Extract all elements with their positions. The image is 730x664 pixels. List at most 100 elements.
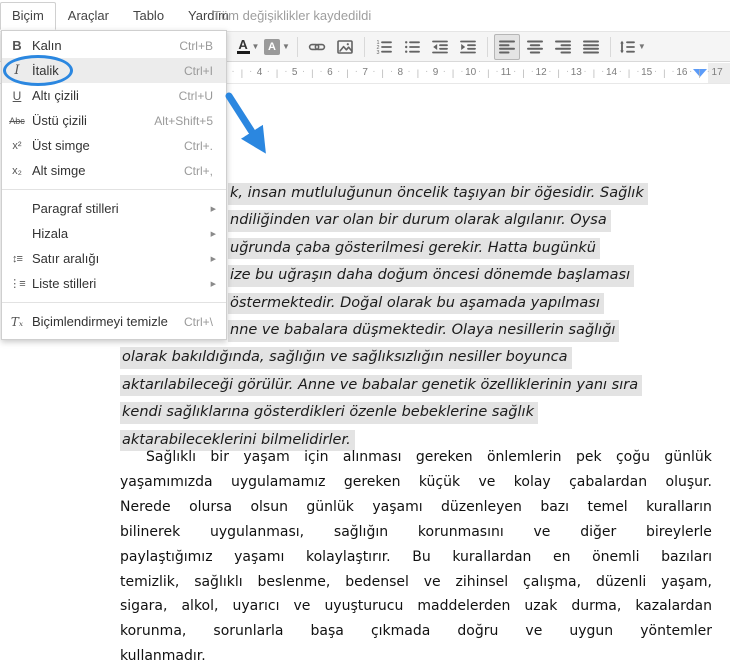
- selected-italic-line[interactable]: ize bu uğraşın daha doğum öncesi dönemde…: [228, 265, 635, 287]
- menu-item-shortcut: Ctrl+I: [183, 63, 213, 78]
- menubar-item-biçim[interactable]: Biçim: [0, 2, 56, 30]
- clear-formatting-icon: Tₓ: [10, 314, 24, 329]
- menu-item-hizala[interactable]: Hizala ▶: [2, 221, 226, 246]
- ruler-tick: |: [487, 68, 490, 78]
- align-right-icon: [554, 38, 572, 56]
- ruler-tick: ·: [354, 66, 358, 77]
- ruler-tick: ·: [442, 66, 446, 77]
- ruler-tick: ·: [706, 66, 710, 77]
- ruler-number: 10: [465, 67, 477, 78]
- ruler-number: 8: [397, 67, 404, 78]
- menu-item-liste-stilleri[interactable]: ⋮≡ Liste stilleri ▶: [2, 271, 226, 296]
- insert-link-button[interactable]: [304, 34, 330, 60]
- paragraph-line[interactable]: Nerede olursa olsun günlük yaşamı düzenleyen b…: [120, 499, 712, 515]
- ruler-number: 14: [605, 67, 618, 78]
- align-left-button[interactable]: [493, 33, 520, 60]
- increase-indent-button[interactable]: [455, 34, 481, 60]
- paragraph-line[interactable]: temizlik, sağlıklı beslenme, bedensel ve zihi…: [120, 574, 712, 590]
- highlight-color-button[interactable]: A ▼: [263, 34, 291, 60]
- menu-item-label: Üstü çizili: [32, 113, 87, 128]
- decrease-indent-button[interactable]: [427, 34, 453, 60]
- superscript-icon: x²: [12, 139, 22, 152]
- menu-item-shortcut: Ctrl+B: [179, 38, 213, 53]
- menu-separator: [2, 189, 226, 190]
- line-spacing-button[interactable]: ▼: [617, 34, 647, 60]
- menu-item-label: Kalın: [32, 38, 62, 53]
- ruler-tick: |: [522, 68, 525, 78]
- paragraph-line[interactable]: korunma, sorunlarla başa çıkmada doğru ve uygu…: [120, 623, 712, 639]
- ruler-tick: ·: [266, 66, 270, 77]
- ruler-tick: ·: [460, 66, 464, 77]
- menu-item-üst-simge[interactable]: x² Üst simge Ctrl+.: [2, 133, 226, 158]
- paragraph-line[interactable]: paylaştığımız yaşamı kolaylaştırır. Bu kural…: [120, 549, 712, 565]
- ruler-tick: ·: [618, 66, 622, 77]
- ruler-tick: |: [451, 68, 455, 78]
- submenu-arrow-icon: ▶: [210, 255, 216, 263]
- ruler-number: 9: [432, 67, 439, 78]
- paragraph-line[interactable]: yaşamımızda uygulamamız gereken küçük ve kola…: [120, 474, 712, 490]
- menu-item-label: Hizala: [32, 226, 69, 241]
- insert-image-icon: [336, 38, 354, 56]
- ruler-number: 17: [711, 67, 723, 78]
- menu-item-label: Üst simge: [32, 138, 90, 153]
- selected-italic-line[interactable]: uğrunda çaba gösterilmesi gerekir. Hatta…: [228, 237, 600, 260]
- ruler-number: 7: [362, 67, 368, 78]
- align-justify-icon: [582, 38, 600, 56]
- dropdown-caret-icon: ▼: [637, 42, 646, 51]
- toolbar-separator: [296, 36, 298, 57]
- text-color-button[interactable]: A ▼: [235, 34, 261, 60]
- underline-icon: U: [12, 88, 22, 103]
- paragraph-line[interactable]: sigara, alkol, uyarıcı ve uyuşturucu maddeler…: [120, 598, 712, 614]
- bulleted-list-button[interactable]: [399, 34, 425, 60]
- paragraph-line[interactable]: Sağlıklı bir yaşam için alınması gereken önlem…: [120, 449, 712, 465]
- toolbar-separator: [609, 36, 611, 57]
- menu-item-label: Altı çizili: [32, 88, 79, 103]
- ruler-tick: |: [698, 68, 701, 78]
- menu-separator: [2, 302, 226, 303]
- ruler-number: 5: [291, 67, 298, 78]
- submenu-arrow-icon: ▶: [210, 280, 216, 288]
- ruler-tick: ·: [372, 66, 376, 77]
- menu-item-label: Alt simge: [32, 163, 86, 178]
- ruler-tick: ·: [583, 66, 587, 77]
- align-left-icon: [498, 38, 516, 56]
- align-center-button[interactable]: [522, 34, 548, 60]
- highlight-color-icon: A: [264, 38, 280, 55]
- selected-italic-line[interactable]: östermektedir. Doğal olarak bu aşamada y…: [228, 292, 604, 315]
- menu-item-biçimlendirmeyi-temizle[interactable]: Tₓ Biçimlendirmeyi temizle Ctrl+\: [2, 309, 226, 334]
- selected-italic-line[interactable]: k, insan mutluluğunun öncelik taşıyan bi…: [228, 183, 648, 205]
- ruler-tick: ·: [530, 66, 534, 77]
- line-spacing-icon: ↕≡: [12, 252, 23, 265]
- menu-item-paragraf-stilleri[interactable]: Paragraf stilleri ▶: [2, 196, 226, 221]
- ruler-tick: ·: [495, 66, 499, 77]
- selected-italic-line[interactable]: aktarabileceklerini bilmelidirler.: [120, 429, 355, 452]
- selected-italic-line[interactable]: olarak bakıldığında, sağlığın ve sağlıks…: [120, 347, 572, 369]
- selected-italic-line[interactable]: nne ve babalara düşmektedir. Olaya nesil…: [228, 320, 620, 342]
- ruler-tick: ·: [477, 66, 482, 77]
- align-right-button[interactable]: [550, 34, 576, 60]
- menu-item-altı-çizili[interactable]: U Altı çizili Ctrl+U: [2, 83, 226, 108]
- insert-image-button[interactable]: [332, 34, 358, 60]
- svg-text:3: 3: [376, 50, 379, 56]
- menu-item-satır-aralığı[interactable]: ↕≡ Satır aralığı ▶: [2, 246, 226, 271]
- menu-item-label: Biçimlendirmeyi temizle: [32, 314, 168, 329]
- menubar-item-araçlar[interactable]: Araçlar: [56, 2, 121, 30]
- menu-item-üstü-çizili[interactable]: Abc Üstü çizili Alt+Shift+5: [2, 108, 226, 133]
- numbered-list-button[interactable]: 123: [371, 34, 397, 60]
- paragraph-line[interactable]: bilinerek uygulanması, sağlığın korunmasını…: [120, 524, 712, 540]
- align-justify-button[interactable]: [578, 34, 604, 60]
- paragraph-line[interactable]: kullanmadır.: [120, 648, 712, 664]
- toolbar-separator: [486, 36, 488, 57]
- ruler-tick: |: [275, 68, 279, 78]
- menubar-item-tablo[interactable]: Tablo: [121, 2, 176, 30]
- ruler-number: 16: [676, 67, 688, 78]
- ruler-tick: |: [240, 68, 244, 78]
- ruler-tick: ·: [636, 66, 640, 77]
- selected-italic-line[interactable]: kendi sağlıklarına gösterdikleri özenle …: [120, 402, 538, 424]
- menu-item-alt-simge[interactable]: x₂ Alt simge Ctrl+,: [2, 158, 226, 183]
- ruler-tick: ·: [689, 66, 693, 77]
- selected-italic-line[interactable]: aktarılabileceği görülür. Anne ve babala…: [120, 374, 643, 397]
- menu-item-label: Liste stilleri: [32, 276, 97, 291]
- selected-italic-line[interactable]: ndiliğinden var olan bir durum olarak al…: [228, 210, 611, 232]
- ruler-tick: ·: [319, 66, 323, 77]
